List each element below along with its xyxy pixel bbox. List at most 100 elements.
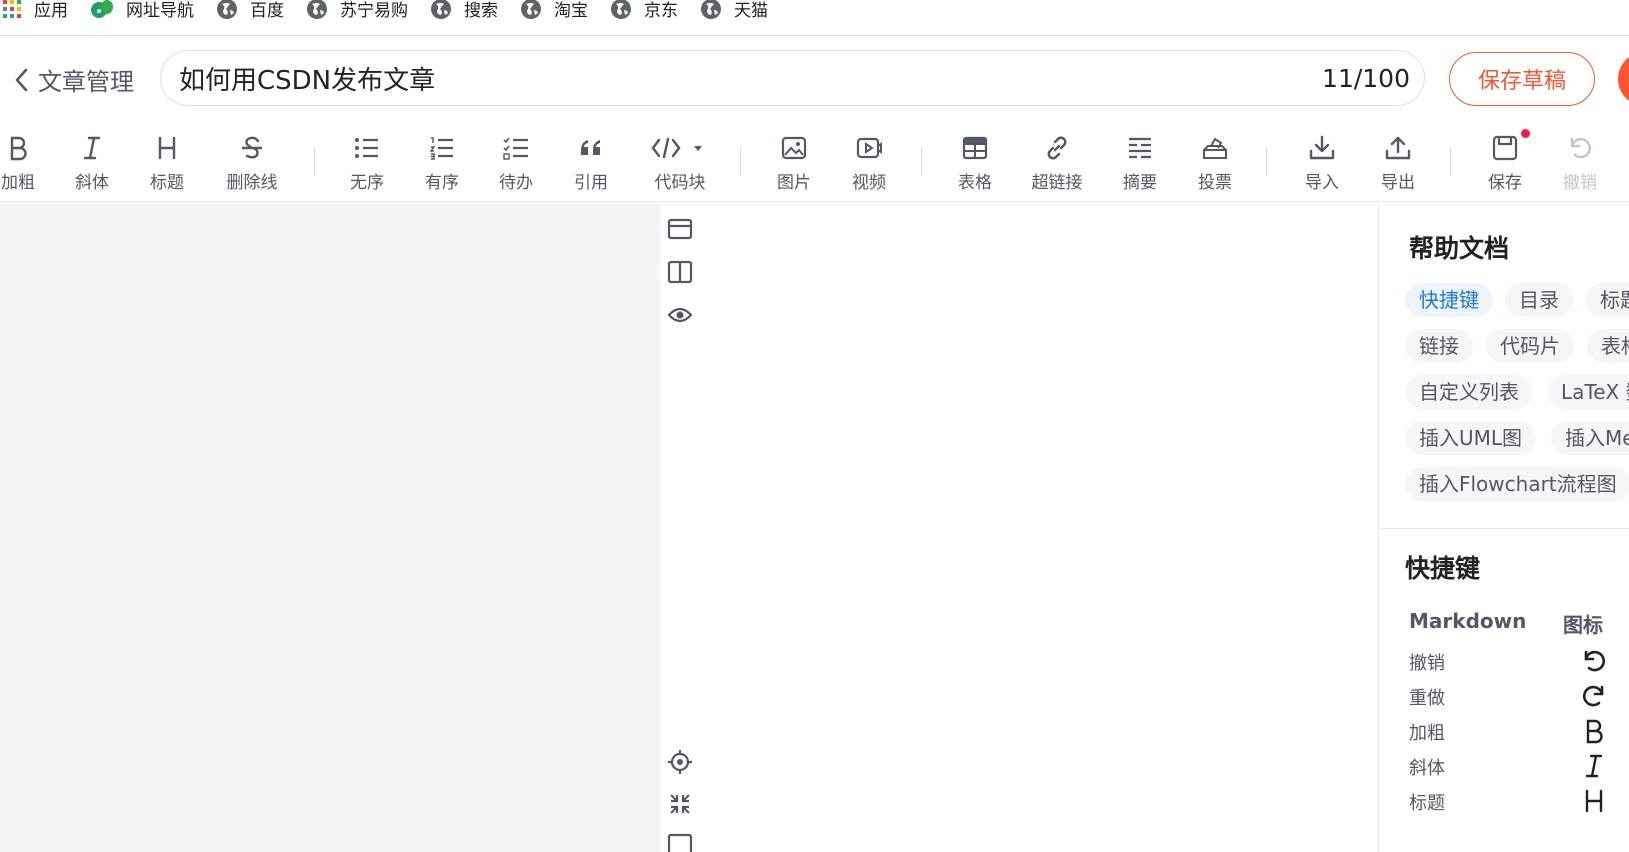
code-block-button[interactable]: 代码块 [644, 132, 716, 196]
split-mode-button[interactable] [666, 258, 694, 286]
bookmark-tmall[interactable]: 天猫 [690, 0, 780, 24]
unsaved-indicator-dot [1521, 129, 1530, 138]
bookmark-label: 搜索 [464, 1, 498, 21]
upload-icon [1385, 136, 1411, 160]
unordered-list-button[interactable]: 无序 [345, 132, 389, 196]
table-icon [962, 136, 988, 160]
more-view-button[interactable] [666, 831, 694, 852]
bookmark-label: 网址导航 [126, 1, 194, 21]
quote-button[interactable]: 引用 [569, 132, 613, 196]
image-button[interactable]: 图片 [772, 132, 816, 196]
vote-button[interactable]: 投票 [1193, 132, 1237, 196]
fullscreen-button[interactable] [666, 790, 694, 818]
help-tag-shortcuts[interactable]: 快捷键 [1405, 283, 1493, 317]
bookmark-label: 百度 [250, 1, 284, 21]
checklist-icon [503, 137, 528, 160]
shortcut-row-name: 斜体 [1409, 758, 1445, 779]
help-tag-flowchart[interactable]: 插入Flowchart流程图 [1405, 467, 1629, 501]
globe-icon [611, 0, 631, 19]
toolbar-separator [314, 148, 315, 176]
article-title-input[interactable] [179, 63, 1323, 93]
bookmark-search[interactable]: 搜索 [420, 0, 510, 24]
shortcuts-col-icon: 图标 [1563, 613, 1603, 637]
help-tag-latex[interactable]: LaTeX 数学公式 [1547, 375, 1629, 409]
dropdown-caret-icon [694, 146, 702, 151]
fullscreen-icon [670, 794, 690, 814]
help-panel-title: 帮助文档 [1409, 234, 1510, 263]
shortcut-row-name: 标题 [1409, 793, 1445, 814]
undo-icon [1579, 646, 1609, 676]
window-icon [667, 833, 693, 852]
hyperlink-button[interactable]: 超链接 [1025, 132, 1089, 196]
preview-area [660, 203, 1378, 852]
image-icon [781, 136, 807, 160]
italic-button[interactable]: 斜体 [70, 132, 114, 196]
leaf-icon [91, 0, 113, 18]
code-icon [651, 137, 702, 159]
view-mode-toolbar [660, 203, 698, 852]
help-tag-table[interactable]: 表格 [1587, 329, 1629, 363]
back-to-article-management[interactable]: 文章管理 [14, 62, 134, 97]
title-field: 11/100 [160, 50, 1425, 106]
bookmarks-bar: 应用 网址导航 百度 苏宁易购 搜索 淘宝 京东 天猫 [0, 0, 1629, 36]
eye-icon [667, 307, 693, 323]
help-tag-link[interactable]: 链接 [1405, 329, 1473, 363]
sync-scroll-button[interactable] [666, 748, 694, 776]
ordered-list-icon [429, 137, 453, 160]
export-button[interactable]: 导出 [1376, 132, 1420, 196]
import-button[interactable]: 导入 [1300, 132, 1344, 196]
italic-icon [1579, 751, 1609, 781]
help-divider [1379, 528, 1629, 529]
download-icon [1309, 135, 1335, 160]
help-tag-code[interactable]: 代码片 [1486, 329, 1574, 363]
bookmark-jd[interactable]: 京东 [600, 0, 690, 24]
video-button[interactable]: 视频 [847, 132, 891, 196]
title-char-count: 11/100 [1322, 63, 1410, 93]
bookmark-label: 苏宁易购 [340, 1, 408, 21]
shortcut-row-name: 重做 [1409, 688, 1445, 709]
publish-button[interactable] [1618, 52, 1629, 106]
help-panel: 帮助文档 快捷键 目录 标题 链接 代码片 表格 自定义列表 LaTeX 数学公… [1378, 203, 1629, 852]
link-icon [1047, 136, 1067, 160]
summary-icon [1129, 137, 1151, 159]
globe-icon [217, 0, 237, 19]
markdown-editor-area[interactable] [0, 203, 660, 852]
editor-only-mode-button[interactable] [666, 215, 694, 243]
summary-button[interactable]: 摘要 [1118, 132, 1162, 196]
strikethrough-button[interactable]: 删除线 [220, 132, 284, 196]
shortcuts-col-markdown: Markdown [1409, 609, 1527, 633]
heading-button[interactable]: 标题 [145, 132, 189, 196]
preview-mode-button[interactable] [666, 301, 694, 329]
table-button[interactable]: 表格 [953, 132, 997, 196]
todo-list-button[interactable]: 待办 [494, 132, 538, 196]
save-draft-button[interactable]: 保存草稿 [1449, 52, 1595, 106]
single-pane-icon [667, 218, 693, 240]
bookmark-suning[interactable]: 苏宁易购 [296, 0, 420, 24]
save-button[interactable]: 保存 [1483, 132, 1527, 196]
help-tag-mermaid[interactable]: 插入Mermaid流程图 [1551, 421, 1629, 455]
bookmark-label: 淘宝 [554, 1, 588, 21]
video-icon [856, 137, 882, 159]
bold-icon [1579, 716, 1609, 746]
bold-button[interactable]: 加粗 [0, 132, 40, 196]
bookmark-baidu[interactable]: 百度 [206, 0, 296, 24]
target-icon [668, 750, 692, 774]
help-tag-custom-list[interactable]: 自定义列表 [1405, 375, 1533, 409]
shortcut-row-name: 撤销 [1409, 653, 1445, 674]
heading-icon [158, 136, 176, 160]
help-tag-toc[interactable]: 目录 [1505, 283, 1573, 317]
help-tag-uml[interactable]: 插入UML图 [1405, 421, 1537, 455]
shortcuts-section-title: 快捷键 [1405, 554, 1481, 583]
toolbar-separator [921, 148, 922, 176]
toolbar-separator [1266, 148, 1267, 176]
undo-button[interactable]: 撤销 [1558, 132, 1602, 196]
ordered-list-button[interactable]: 有序 [420, 132, 464, 196]
apps-grid-icon [3, 0, 21, 18]
help-tag-heading[interactable]: 标题 [1586, 283, 1629, 317]
bookmark-taobao[interactable]: 淘宝 [510, 0, 600, 24]
strikethrough-icon [242, 136, 262, 159]
bookmark-apps[interactable]: 应用 [2, 0, 80, 24]
bookmark-label: 应用 [34, 1, 68, 21]
toolbar-separator [740, 148, 741, 176]
bookmark-nav[interactable]: 网址导航 [80, 0, 206, 24]
